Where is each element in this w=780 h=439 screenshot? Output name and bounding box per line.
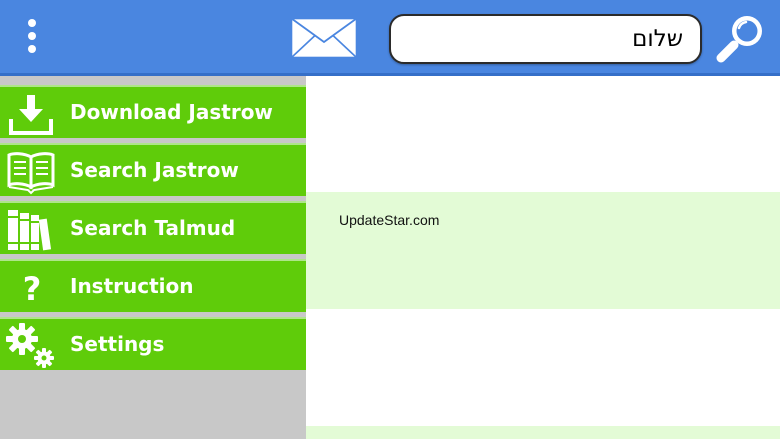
menu-dot bbox=[28, 19, 36, 27]
gears-icon bbox=[6, 323, 54, 368]
magnifier-icon bbox=[716, 16, 762, 63]
menu-item-search-jastrow[interactable]: Search Jastrow bbox=[0, 143, 306, 196]
search-button[interactable] bbox=[715, 12, 769, 66]
more-options-button[interactable] bbox=[20, 16, 44, 56]
menu-item-download-jastrow[interactable]: Download Jastrow bbox=[0, 85, 306, 138]
open-book-icon bbox=[7, 152, 55, 195]
menu-item-label: Search Talmud bbox=[70, 216, 236, 240]
top-bar bbox=[0, 0, 780, 76]
menu-item-label: Download Jastrow bbox=[70, 100, 273, 124]
result-row bbox=[306, 192, 780, 309]
result-row bbox=[306, 426, 780, 439]
envelope-icon bbox=[290, 17, 358, 59]
menu-item-settings[interactable]: Settings bbox=[0, 317, 306, 370]
question-icon: ? bbox=[23, 270, 42, 308]
search-box[interactable] bbox=[389, 14, 702, 64]
menu-item-search-talmud[interactable]: Search Talmud bbox=[0, 201, 306, 254]
books-icon bbox=[8, 210, 52, 251]
content-area: UpdateStar.com bbox=[306, 76, 780, 439]
menu-item-label: Search Jastrow bbox=[70, 158, 239, 182]
menu-item-label: Instruction bbox=[70, 274, 194, 298]
svg-text:?: ? bbox=[23, 270, 42, 308]
sidebar: Download Jastrow Search Jastrow Search T… bbox=[0, 76, 306, 439]
menu-item-label: Settings bbox=[70, 332, 165, 356]
menu-item-instruction[interactable]: ? Instruction bbox=[0, 259, 306, 312]
download-icon bbox=[9, 95, 53, 135]
mail-button[interactable] bbox=[290, 17, 358, 59]
search-input[interactable] bbox=[405, 22, 683, 56]
menu-dot bbox=[28, 32, 36, 40]
watermark-text: UpdateStar.com bbox=[339, 212, 440, 228]
menu-dot bbox=[28, 45, 36, 53]
